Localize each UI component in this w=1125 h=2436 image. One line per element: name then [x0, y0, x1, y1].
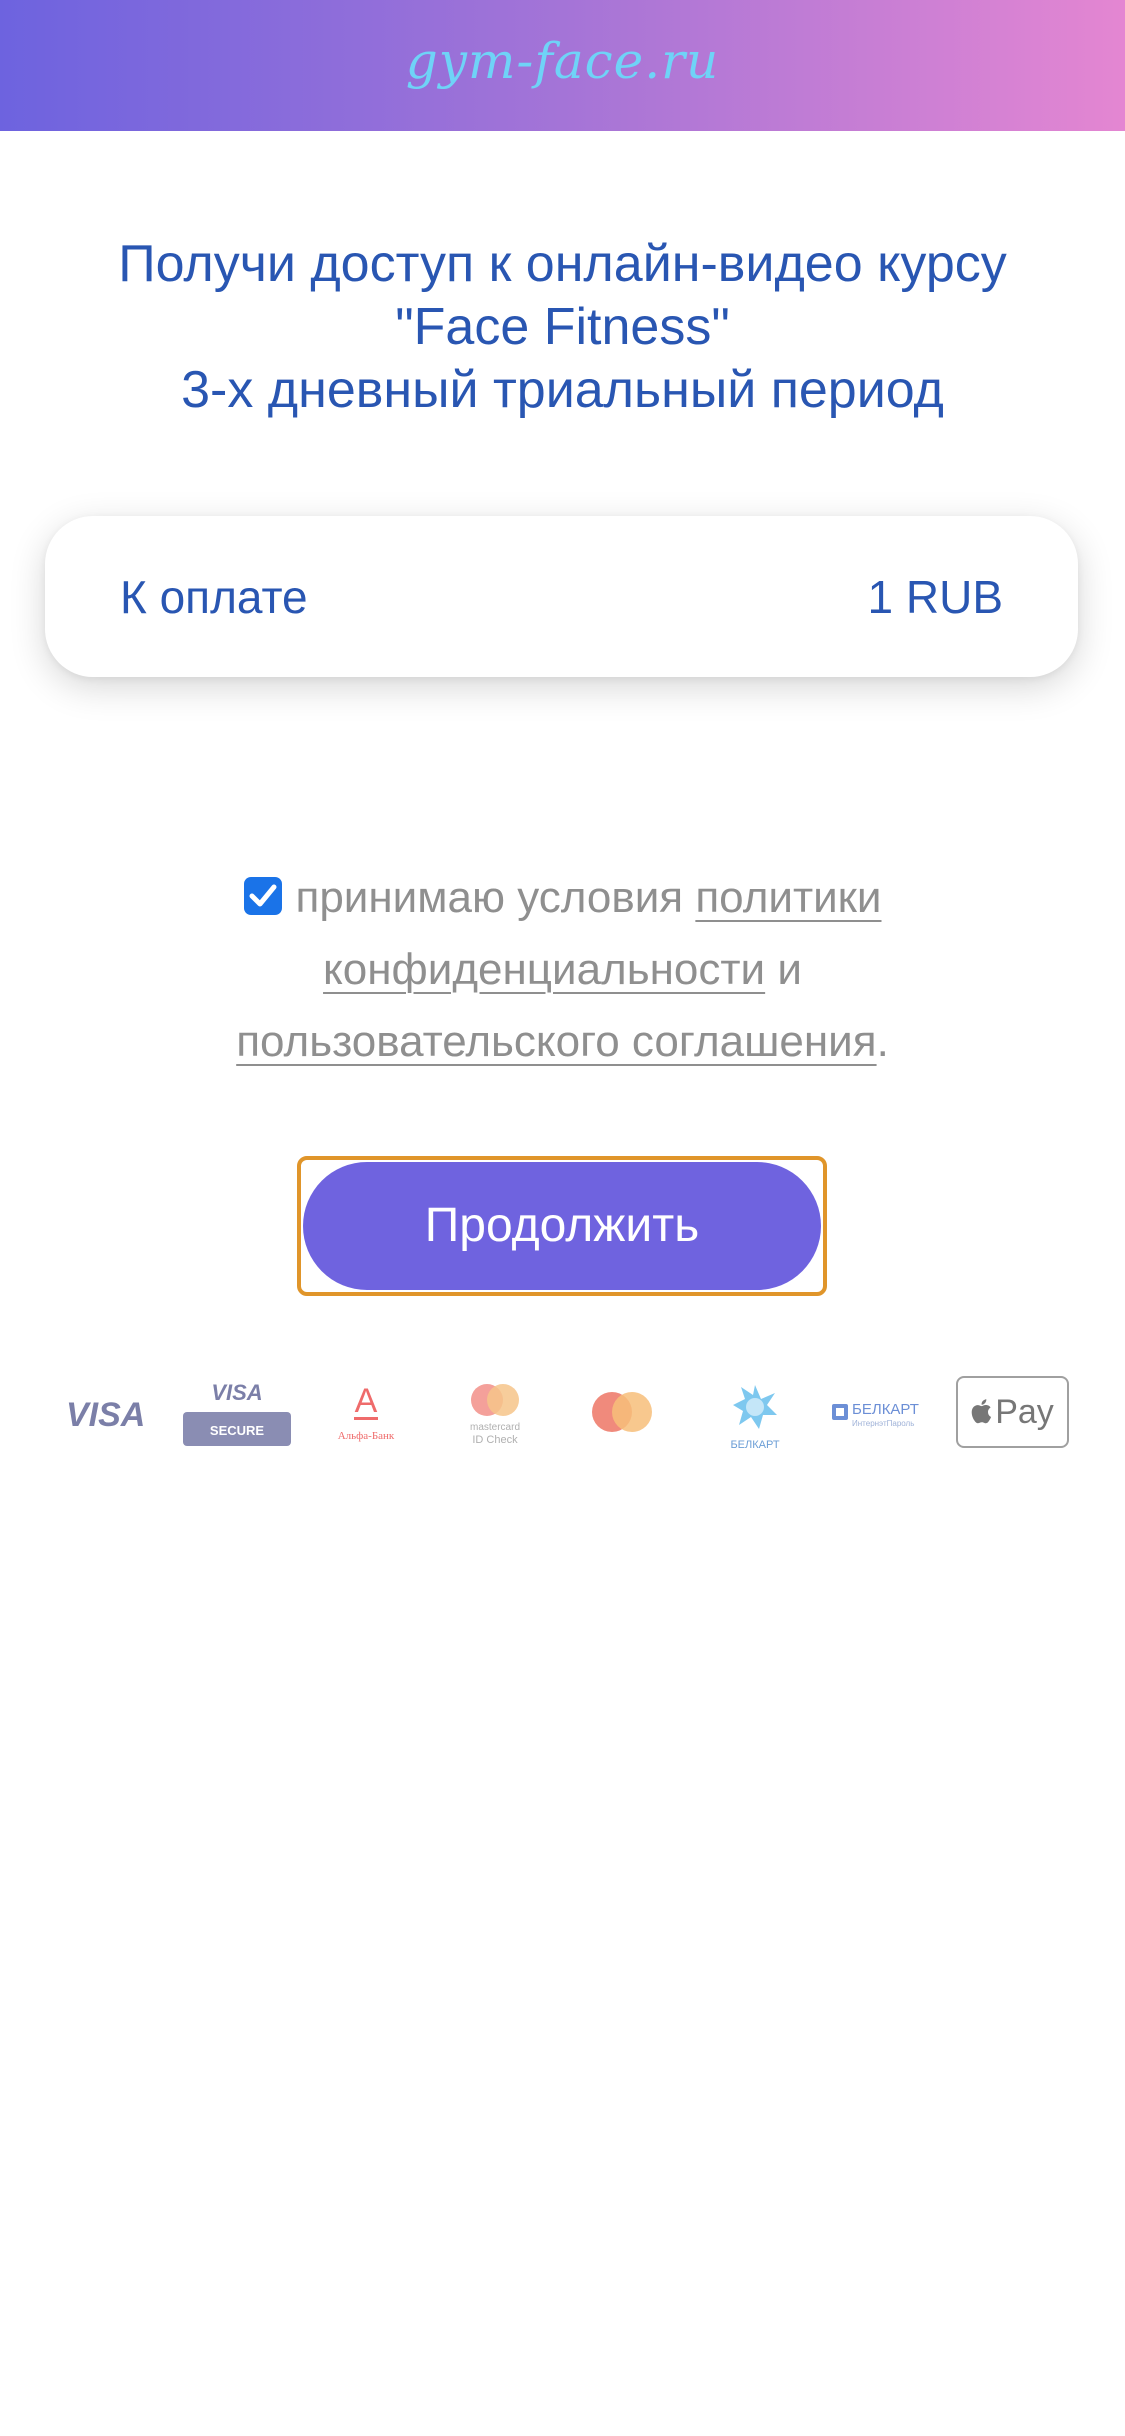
terms-connector: и — [777, 945, 802, 994]
privacy-policy-link[interactable]: политики — [695, 873, 881, 922]
terms-consent: принимаю условия политики конфиденциальн… — [130, 862, 995, 1078]
payment-label: К оплате — [120, 571, 308, 623]
belkart-internet-sub: ИнтернэтПароль — [852, 1419, 914, 1428]
continue-button[interactable]: Продолжить — [303, 1162, 821, 1290]
payment-logos: VISA VISA SECURE А Альфа-Банк mastercard… — [60, 1370, 1080, 1460]
terms-line: пользовательского соглашения. — [130, 1006, 995, 1078]
offer-title-line: 3-х дневный триальный период — [181, 361, 944, 419]
belkart-internet-parol-logo: БЕЛКАРТ ИнтернэтПароль — [832, 1401, 919, 1428]
payment-summary-card: К оплате 1 RUB — [45, 516, 1078, 677]
alfa-letter: А — [355, 1382, 378, 1420]
offer-title: Получи доступ к онлайн-видео курсу "Face… — [40, 233, 1085, 422]
alfa-name: Альфа-Банк — [338, 1430, 395, 1442]
apple-pay-text: Pay — [995, 1393, 1054, 1431]
belkart-internet-name: БЕЛКАРТ — [852, 1401, 919, 1418]
terms-text: принимаю условия — [295, 873, 684, 922]
terms-line: принимаю условия политики — [130, 862, 995, 934]
header-bar: gym-face.ru — [0, 0, 1125, 131]
offer-title-line: Получи доступ к онлайн-видео курсу — [118, 235, 1007, 293]
apple-icon — [971, 1399, 992, 1424]
alfa-bank-logo: А Альфа-Банк — [338, 1382, 395, 1442]
terms-suffix: . — [876, 1017, 889, 1066]
mc-id-check-line1: mastercard — [470, 1422, 520, 1433]
visa-secure-top-text: VISA — [211, 1380, 262, 1405]
visa-secure-logo: VISA SECURE — [183, 1380, 291, 1446]
privacy-policy-link[interactable]: конфиденциальности — [323, 945, 765, 994]
terms-line: конфиденциальности и — [130, 934, 995, 1006]
mastercard-logo — [592, 1392, 652, 1432]
offer-title-line: "Face Fitness" — [395, 298, 730, 356]
belkart-name: БЕЛКАРТ — [730, 1439, 779, 1451]
apple-pay-logo: Pay — [956, 1376, 1069, 1448]
mc-id-check-line2: ID Check — [472, 1434, 518, 1446]
visa-logo: VISA — [66, 1396, 146, 1434]
site-logo[interactable]: gym-face.ru — [0, 32, 1125, 90]
belkart-logo: БЕЛКАРТ — [730, 1385, 780, 1451]
visa-secure-bottom-text: SECURE — [210, 1423, 265, 1438]
check-icon — [249, 884, 276, 907]
payment-amount: 1 RUB — [867, 571, 1003, 623]
terms-checkbox[interactable] — [243, 877, 282, 915]
mastercard-id-check-logo: mastercard ID Check — [470, 1384, 520, 1446]
user-agreement-link[interactable]: пользовательского соглашения — [236, 1017, 876, 1066]
